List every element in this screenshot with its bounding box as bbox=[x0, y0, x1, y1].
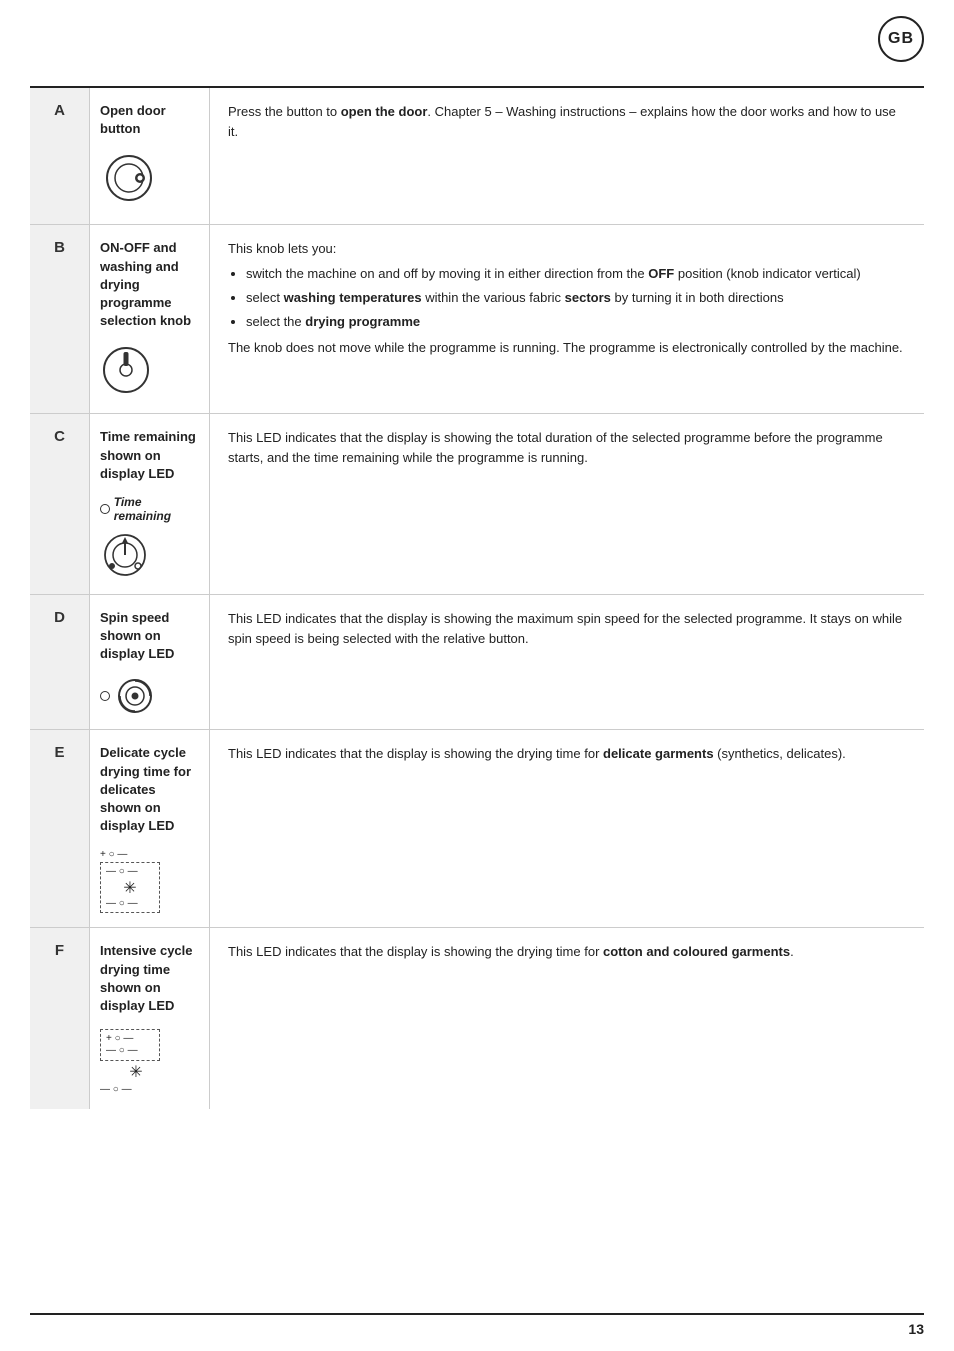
drying-box-f: + ○ — — ○ — bbox=[100, 1029, 160, 1061]
row-b: B ON-OFF and washing and drying programm… bbox=[30, 225, 924, 414]
time-dial-svg bbox=[100, 530, 150, 580]
label-d: D bbox=[54, 609, 65, 626]
desc-f: This LED indicates that the display is s… bbox=[210, 928, 924, 1109]
desc-b: This knob lets you: switch the machine o… bbox=[210, 225, 924, 413]
page-number: 13 bbox=[908, 1321, 924, 1337]
row-icon-e: Delicate cycle drying time for delicates… bbox=[90, 730, 210, 927]
snowflake-f: ✳ bbox=[112, 1062, 160, 1082]
drying-line-1: — ○ — bbox=[106, 866, 154, 877]
spin-svg bbox=[116, 677, 154, 715]
delicate-drying-icon: + ○ — — ○ — ✳ — ○ — bbox=[100, 849, 160, 913]
row-label-f: F bbox=[30, 928, 90, 1109]
row-label-d: D bbox=[30, 595, 90, 730]
row-label-a: A bbox=[30, 88, 90, 224]
title-e: Delicate cycle drying time for delicates… bbox=[100, 744, 199, 835]
spin-led-circle bbox=[100, 691, 110, 701]
door-svg bbox=[100, 152, 158, 204]
row-label-b: B bbox=[30, 225, 90, 413]
row-e: E Delicate cycle drying time for delicat… bbox=[30, 730, 924, 928]
desc-b-list: switch the machine on and off by moving … bbox=[246, 264, 906, 332]
desc-d: This LED indicates that the display is s… bbox=[210, 595, 924, 730]
gb-badge: GB bbox=[878, 16, 924, 62]
row-icon-c: Time remaining shown on display LED Time… bbox=[90, 414, 210, 594]
title-f: Intensive cycle drying time shown on dis… bbox=[100, 942, 199, 1015]
row-icon-d: Spin speed shown on display LED bbox=[90, 595, 210, 730]
open-door-icon bbox=[100, 152, 158, 204]
badge-text: GB bbox=[888, 30, 914, 48]
drying-line-f1: + ○ — bbox=[106, 1033, 154, 1044]
row-label-c: C bbox=[30, 414, 90, 594]
row-icon-b: ON-OFF and washing and drying programme … bbox=[90, 225, 210, 413]
row-label-e: E bbox=[30, 730, 90, 927]
label-b: B bbox=[54, 239, 65, 256]
time-remaining-icon: Time remaining bbox=[100, 495, 199, 580]
title-b: ON-OFF and washing and drying programme … bbox=[100, 239, 199, 330]
label-e: E bbox=[54, 744, 64, 761]
knob-svg bbox=[100, 344, 152, 396]
row-a: A Open door button Press the button to o… bbox=[30, 88, 924, 225]
intensive-drying-icon: + ○ — — ○ — ✳ — ○ — bbox=[100, 1029, 160, 1095]
row-c: C Time remaining shown on display LED Ti… bbox=[30, 414, 924, 595]
drying-line-f2: — ○ — bbox=[106, 1045, 154, 1056]
drying-box-e: — ○ — ✳ — ○ — bbox=[100, 862, 160, 913]
label-a: A bbox=[54, 102, 65, 119]
spin-icon-wrap bbox=[100, 677, 154, 715]
title-a: Open door button bbox=[100, 102, 199, 138]
bottom-line bbox=[30, 1313, 924, 1315]
drying-bottom-line: — ○ — bbox=[100, 1084, 160, 1095]
drying-line-2: — ○ — bbox=[106, 898, 154, 909]
desc-e: This LED indicates that the display is s… bbox=[210, 730, 924, 927]
knob-icon bbox=[100, 344, 152, 399]
led-time-label: Time remaining bbox=[100, 495, 199, 523]
drying-top-line: + ○ — bbox=[100, 849, 160, 860]
title-c: Time remaining shown on display LED bbox=[100, 428, 199, 483]
led-circle bbox=[100, 504, 110, 514]
label-f: F bbox=[55, 942, 64, 959]
row-f: F Intensive cycle drying time shown on d… bbox=[30, 928, 924, 1109]
led-subtitle: Time remaining bbox=[114, 495, 199, 523]
title-d: Spin speed shown on display LED bbox=[100, 609, 199, 664]
page-container: GB A Open door button bbox=[0, 0, 954, 1351]
desc-a: Press the button to open the door. Chapt… bbox=[210, 88, 924, 224]
label-c: C bbox=[54, 428, 65, 445]
row-d: D Spin speed shown on display LED This L… bbox=[30, 595, 924, 731]
row-icon-a: Open door button bbox=[90, 88, 210, 224]
desc-c: This LED indicates that the display is s… bbox=[210, 414, 924, 594]
row-icon-f: Intensive cycle drying time shown on dis… bbox=[90, 928, 210, 1109]
snowflake-e: ✳ bbox=[106, 878, 154, 898]
